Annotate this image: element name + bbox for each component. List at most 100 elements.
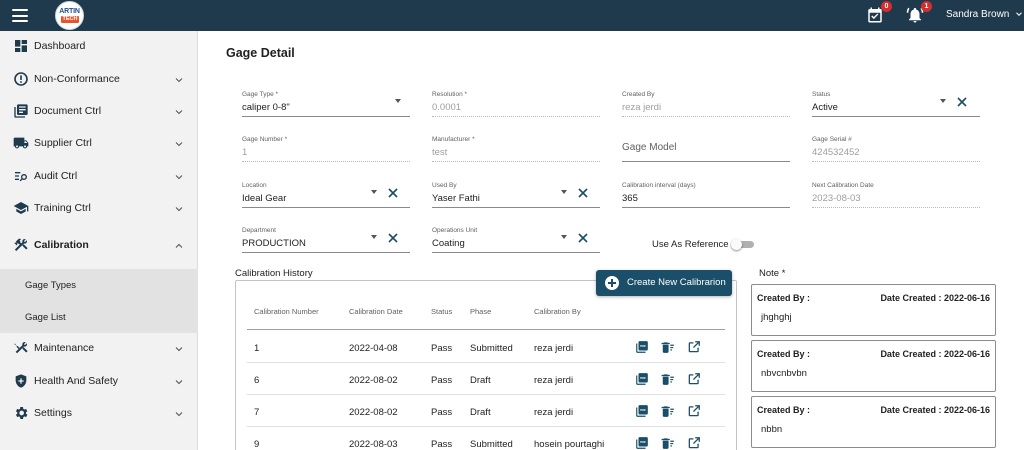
gage-model-input[interactable]: Gage Model [622, 136, 790, 162]
logo-text-top: ARTIN [59, 8, 80, 15]
cell-date: 2022-08-03 [349, 439, 398, 450]
clear-icon[interactable] [388, 233, 398, 243]
sidebar-item-label: Dashboard [34, 40, 86, 52]
sidebar-item-dashboard[interactable]: Dashboard [0, 31, 198, 61]
field-value: 0.0001 [432, 102, 462, 113]
top-app-bar: ARTIN TECH 0 1 Sandra Brown [0, 0, 1024, 31]
sidebar-item-settings[interactable]: Settings [0, 398, 198, 428]
field-value: Active [812, 102, 838, 113]
field-value: Ideal Gear [242, 193, 287, 204]
gage-type-select[interactable]: Gage Type * caliper 0-8" [242, 91, 410, 117]
sidebar-subitem-gage-list[interactable]: Gage List [0, 301, 198, 333]
clear-icon[interactable] [388, 188, 398, 198]
alert-circle-icon [14, 72, 28, 86]
sidebar-subitem-label: Gage List [25, 312, 66, 323]
open-in-new-icon[interactable] [687, 436, 701, 450]
user-menu[interactable]: Sandra Brown [946, 9, 1024, 20]
cell-number: 1 [254, 343, 260, 354]
field-label: Calibration interval (days) [622, 182, 696, 189]
dropdown-arrow-icon[interactable] [561, 235, 567, 239]
field-label: Resolution * [432, 91, 468, 98]
field-value: 424532452 [812, 147, 860, 158]
use-as-reference-toggle[interactable] [731, 239, 755, 250]
button-label: Create New Calibrarion [627, 277, 726, 288]
sidebar-item-document-ctrl[interactable]: Document Ctrl [0, 96, 198, 126]
clear-icon[interactable] [578, 188, 588, 198]
documents-icon [14, 104, 28, 118]
sidebar-item-supplier-ctrl[interactable]: Supplier Ctrl [0, 128, 198, 158]
open-in-new-icon[interactable] [687, 340, 701, 354]
sidebar-item-audit-ctrl[interactable]: Audit Ctrl [0, 161, 198, 191]
header-divider [247, 329, 725, 330]
field-label: Gage Type * [242, 91, 279, 98]
pdf-icon[interactable]: PDF [635, 340, 649, 354]
cell-phase: Submitted [470, 343, 513, 354]
page-title: Gage Detail [226, 46, 295, 60]
calibration-interval-input[interactable]: Calibration interval (days) 365 [622, 182, 790, 208]
menu-icon[interactable] [12, 9, 28, 22]
delete-list-icon[interactable] [661, 372, 675, 386]
field-placeholder: Gage Model [622, 142, 677, 153]
chevron-down-icon [175, 207, 183, 212]
use-as-reference-label: Use As Reference [652, 239, 729, 250]
app-logo[interactable]: ARTIN TECH [55, 1, 84, 30]
shield-icon [15, 374, 27, 388]
dropdown-arrow-icon[interactable] [371, 190, 377, 194]
chevron-down-icon [1016, 12, 1023, 17]
clear-icon[interactable] [578, 233, 588, 243]
clear-icon[interactable] [957, 97, 967, 107]
graduation-cap-icon [13, 202, 29, 214]
svg-text:PDF: PDF [640, 440, 646, 444]
field-value: 1 [242, 147, 248, 158]
tools-icon [14, 238, 28, 251]
department-select[interactable]: Department PRODUCTION [242, 227, 410, 253]
note-text: nbvcnbvbn [761, 368, 807, 379]
cell-date: 2022-04-08 [349, 343, 398, 354]
dropdown-arrow-icon[interactable] [395, 99, 401, 103]
sidebar-item-health-and-safety[interactable]: Health And Safety [0, 366, 198, 396]
dropdown-arrow-icon[interactable] [940, 99, 946, 103]
pdf-icon[interactable]: PDF [635, 436, 649, 450]
chevron-down-icon [175, 412, 183, 417]
dropdown-arrow-icon[interactable] [371, 235, 377, 239]
field-label: Used By [432, 182, 457, 189]
open-in-new-icon[interactable] [687, 372, 701, 386]
location-select[interactable]: Location Ideal Gear [242, 182, 410, 208]
notification-bell-icon[interactable]: 1 [906, 1, 932, 24]
dropdown-arrow-icon[interactable] [561, 190, 567, 194]
table-row: 1 2022-04-08 Pass Submitted reza jerdi P… [247, 331, 725, 363]
plus-circle-icon [605, 276, 619, 290]
delete-list-icon[interactable] [661, 404, 675, 418]
status-select[interactable]: Status Active [812, 91, 980, 117]
table-row: 6 2022-08-02 Pass Draft reza jerdi PDF [247, 363, 725, 395]
field-value: 365 [622, 193, 638, 204]
delete-list-icon[interactable] [661, 340, 675, 354]
sidebar-item-label: Health And Safety [34, 375, 119, 387]
cell-date: 2022-08-02 [349, 375, 398, 386]
cell-calibration-by: reza jerdi [534, 407, 574, 418]
column-header: Calibration Number [254, 307, 319, 316]
column-header: Calibration Date [349, 307, 403, 316]
create-new-calibration-button[interactable]: Create New Calibrarion [596, 270, 732, 296]
note-card: Created By : Date Created : 2022-06-16 n… [751, 396, 996, 448]
calendar-check-icon[interactable]: 0 [866, 1, 892, 24]
sidebar-subitem-label: Gage Types [25, 280, 77, 291]
cell-status: Pass [431, 407, 453, 418]
pdf-icon[interactable]: PDF [635, 404, 649, 418]
created-by-field: Created By reza jerdi [622, 91, 790, 117]
used-by-select[interactable]: Used By Yaser Fathi [432, 182, 600, 208]
pdf-icon[interactable]: PDF [635, 372, 649, 386]
sidebar-item-non-conformance[interactable]: Non-Conformance [0, 64, 198, 94]
user-name: Sandra Brown [946, 9, 1010, 20]
sidebar-item-training-ctrl[interactable]: Training Ctrl [0, 193, 198, 223]
sidebar-item-maintenance[interactable]: Maintenance [0, 333, 198, 363]
sidebar-subitem-gage-types[interactable]: Gage Types [0, 269, 198, 301]
sidebar-item-calibration[interactable]: Calibration [0, 230, 198, 260]
field-label: Gage Number * [242, 136, 288, 143]
delete-list-icon[interactable] [661, 436, 675, 450]
field-value: PRODUCTION [242, 238, 306, 249]
field-label: Status [812, 91, 831, 98]
field-value: Yaser Fathi [432, 193, 480, 204]
open-in-new-icon[interactable] [687, 404, 701, 418]
operations-unit-select[interactable]: Operations Unit Coating [432, 227, 600, 253]
